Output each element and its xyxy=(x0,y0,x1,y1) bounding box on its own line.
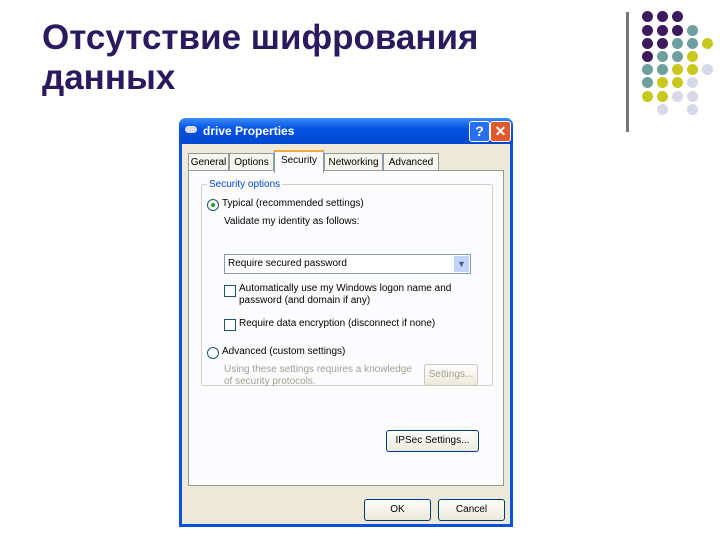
auto-logon-checkbox[interactable] xyxy=(224,285,236,297)
network-drive-icon xyxy=(185,126,197,133)
auto-logon-label-2[interactable]: password (and domain if any) xyxy=(239,295,370,306)
encryption-label[interactable]: Require data encryption (disconnect if n… xyxy=(239,318,435,329)
settings-button[interactable]: Settings... xyxy=(424,364,478,386)
validate-label: Validate my identity as follows: xyxy=(224,216,360,227)
typical-radio[interactable] xyxy=(207,199,219,211)
properties-dialog: drive Properties ? ✕ General Options Sec… xyxy=(179,118,513,527)
decor-dot xyxy=(657,38,668,49)
slide-title: Отсутствие шифрования данных xyxy=(42,18,478,98)
decor-dot xyxy=(657,64,668,75)
encryption-checkbox[interactable] xyxy=(224,319,236,331)
title-line-1: Отсутствие шифрования xyxy=(42,18,479,57)
cancel-button[interactable]: Cancel xyxy=(438,499,505,521)
decor-dot xyxy=(642,11,653,22)
decor-dot xyxy=(657,51,668,62)
title-bar[interactable]: drive Properties ? ✕ xyxy=(179,118,513,144)
ok-button[interactable]: OK xyxy=(364,499,431,521)
tab-security[interactable]: Security xyxy=(274,150,324,173)
decor-dot xyxy=(687,91,698,102)
decor-dot xyxy=(642,77,653,88)
ipsec-settings-button[interactable]: IPSec Settings... xyxy=(386,430,479,452)
title-line-2: данных xyxy=(42,58,176,97)
decor-dot xyxy=(687,25,698,36)
validate-select[interactable]: Require secured password ▼ xyxy=(224,254,471,274)
decor-dot xyxy=(657,25,668,36)
tab-options[interactable]: Options xyxy=(229,153,274,171)
tab-networking[interactable]: Networking xyxy=(324,153,383,171)
decor-dot xyxy=(687,64,698,75)
typical-label[interactable]: Typical (recommended settings) xyxy=(222,198,364,209)
chevron-down-icon[interactable]: ▼ xyxy=(454,256,469,272)
decor-dot xyxy=(672,91,683,102)
decor-dot xyxy=(672,11,683,22)
validate-value: Require secured password xyxy=(228,258,347,269)
advanced-radio[interactable] xyxy=(207,347,219,359)
decor-dot xyxy=(702,64,713,75)
auto-logon-label[interactable]: Automatically use my Windows logon name … xyxy=(239,283,451,294)
close-button[interactable]: ✕ xyxy=(490,121,511,142)
tab-advanced[interactable]: Advanced xyxy=(383,153,439,171)
dialog-body: General Options Security Networking Adva… xyxy=(182,144,510,524)
dialog-title: drive Properties xyxy=(203,124,295,138)
group-label: Security options xyxy=(207,179,283,190)
decor-dot xyxy=(657,11,668,22)
decor-dot xyxy=(642,51,653,62)
advanced-note-2: of security protocols. xyxy=(224,376,316,387)
decor-dot xyxy=(657,77,668,88)
decor-dot xyxy=(672,38,683,49)
tab-general[interactable]: General xyxy=(188,153,229,171)
help-button[interactable]: ? xyxy=(469,121,490,142)
decor-dot xyxy=(687,51,698,62)
advanced-note: Using these settings requires a knowledg… xyxy=(224,364,412,375)
security-panel: Security options Typical (recommended se… xyxy=(188,170,504,486)
decor-dot xyxy=(672,51,683,62)
decor-dot xyxy=(642,25,653,36)
decor-dot xyxy=(642,64,653,75)
decor-dot xyxy=(687,38,698,49)
decor-dot xyxy=(702,38,713,49)
decor-dot xyxy=(672,64,683,75)
decor-dot xyxy=(687,77,698,88)
decor-dot xyxy=(687,104,698,115)
decor-dot xyxy=(672,77,683,88)
decor-divider xyxy=(626,12,629,132)
decor-dot xyxy=(672,25,683,36)
decor-dot xyxy=(657,91,668,102)
decor-dot xyxy=(642,91,653,102)
decor-dot xyxy=(657,104,668,115)
advanced-label[interactable]: Advanced (custom settings) xyxy=(222,346,345,357)
decor-dot xyxy=(642,38,653,49)
